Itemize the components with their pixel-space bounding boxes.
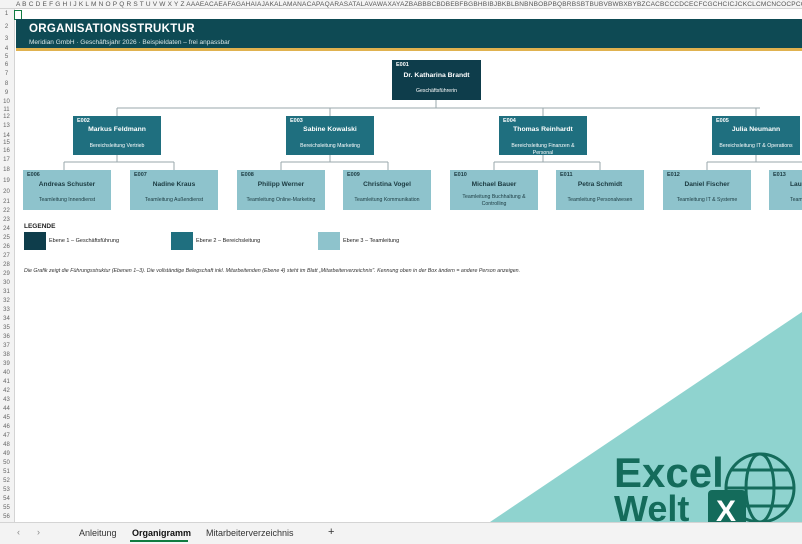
legend-swatch-level3 — [318, 232, 340, 250]
employee-role: Teamleitung Buchhaltung & Controlling — [462, 194, 526, 207]
employee-id[interactable]: E008 — [241, 172, 254, 178]
employee-id[interactable]: E003 — [290, 118, 303, 124]
employee-name: Michael Bauer — [471, 181, 517, 188]
employee-name: Markus Feldmann — [88, 126, 146, 133]
legend-label: Ebene 3 – Teamleitung — [343, 238, 400, 244]
employee-name: Andreas Schuster — [38, 181, 96, 188]
sheet-tab-bar: ‹ › Anleitung Organigramm Mitarbeiterver… — [0, 522, 802, 544]
employee-name: Philipp Werner — [257, 181, 305, 188]
org-box-level2[interactable]: E005 Julia Neumann Bereichsleitung IT & … — [712, 116, 800, 155]
org-box-level2[interactable]: E003 Sabine Kowalski Bereichsleitung Mar… — [286, 116, 374, 155]
employee-id[interactable]: E004 — [503, 118, 516, 124]
employee-role: Bereichsleitung IT & Operations — [719, 143, 793, 149]
employee-name: Thomas Reinhardt — [513, 126, 573, 133]
legend-label: Ebene 1 – Geschäftsführung — [49, 238, 120, 244]
employee-name: Dr. Katharina Brandt — [403, 72, 470, 79]
employee-name: Julia Neumann — [731, 126, 781, 133]
employee-id[interactable]: E012 — [667, 172, 680, 178]
employee-id[interactable]: E009 — [347, 172, 360, 178]
org-box-level3[interactable]: E006 Andreas Schuster Teamleitung Innend… — [23, 170, 111, 210]
employee-name: Sabine Kowalski — [303, 126, 357, 133]
org-box-level2[interactable]: E002 Markus Feldmann Bereichsleitung Ver… — [73, 116, 161, 155]
employee-role: Teamleitung Innendienst — [38, 197, 96, 203]
employee-role: Teamleitung Online-Marketing — [246, 197, 316, 203]
org-box-level3[interactable]: E012 Daniel Fischer Teamleitung IT & Sys… — [663, 170, 751, 210]
org-box-level3[interactable]: E011 Petra Schmidt Teamleitung Personalw… — [556, 170, 644, 210]
employee-id[interactable]: E010 — [454, 172, 467, 178]
footnote: Die Grafik zeigt die Führungsstruktur (E… — [24, 268, 521, 274]
employee-name: Christina Vogel — [363, 181, 411, 188]
employee-name: Lau — [790, 181, 802, 188]
legend-swatch-level1 — [24, 232, 46, 250]
employee-id[interactable]: E005 — [716, 118, 729, 124]
employee-id[interactable]: E001 — [396, 62, 409, 68]
tab-organigramm[interactable]: Organigramm — [132, 528, 191, 538]
add-sheet-button[interactable]: + — [328, 526, 334, 538]
next-sheet-icon[interactable]: › — [37, 527, 40, 537]
org-box-level3[interactable]: E007 Nadine Kraus Teamleitung Außendiens… — [130, 170, 218, 210]
employee-id[interactable]: E011 — [560, 172, 573, 178]
org-box-level1[interactable]: E001 Dr. Katharina Brandt Geschäftsführe… — [392, 60, 481, 100]
employee-role: Teamleitung Außendienst — [144, 197, 204, 203]
employee-name: Daniel Fischer — [684, 181, 730, 188]
prev-sheet-icon[interactable]: ‹ — [17, 527, 20, 537]
employee-role: Bereichsleitung Vertrieb — [89, 143, 145, 149]
org-box-level3[interactable]: E010 Michael Bauer Teamleitung Buchhaltu… — [450, 170, 538, 210]
employee-id[interactable]: E002 — [77, 118, 90, 124]
employee-id[interactable]: E006 — [27, 172, 40, 178]
employee-role: Teamleitun — [790, 197, 802, 203]
legend-swatch-level2 — [171, 232, 193, 250]
org-box-level3[interactable]: E008 Philipp Werner Teamleitung Online-M… — [237, 170, 325, 210]
org-box-level3[interactable]: E009 Christina Vogel Teamleitung Kommuni… — [343, 170, 431, 210]
active-tab-indicator — [130, 540, 188, 542]
employee-name: Petra Schmidt — [577, 181, 623, 188]
employee-role: Bereichsleitung Finanzen & Personal — [511, 143, 575, 156]
legend-title: LEGENDE — [24, 223, 56, 230]
legend-label: Ebene 2 – Bereichsleitung — [196, 238, 261, 244]
employee-role: Teamleitung Personalwesen — [567, 197, 633, 203]
employee-name: Nadine Kraus — [152, 181, 196, 188]
employee-id[interactable]: E013 — [773, 172, 786, 178]
tab-mitarbeiterverzeichnis[interactable]: Mitarbeiterverzeichnis — [206, 528, 294, 538]
employee-id[interactable]: E007 — [134, 172, 147, 178]
employee-role: Bereichsleitung Marketing — [300, 143, 360, 149]
employee-role: Teamleitung Kommunikation — [354, 197, 420, 203]
org-box-level2[interactable]: E004 Thomas Reinhardt Bereichsleitung Fi… — [499, 116, 587, 156]
tab-anleitung[interactable]: Anleitung — [79, 528, 117, 538]
org-box-level3[interactable]: E013 Lau Teamleitun — [769, 170, 802, 210]
employee-role: Teamleitung IT & Systeme — [676, 197, 738, 203]
employee-role: Geschäftsführerin — [416, 88, 457, 94]
